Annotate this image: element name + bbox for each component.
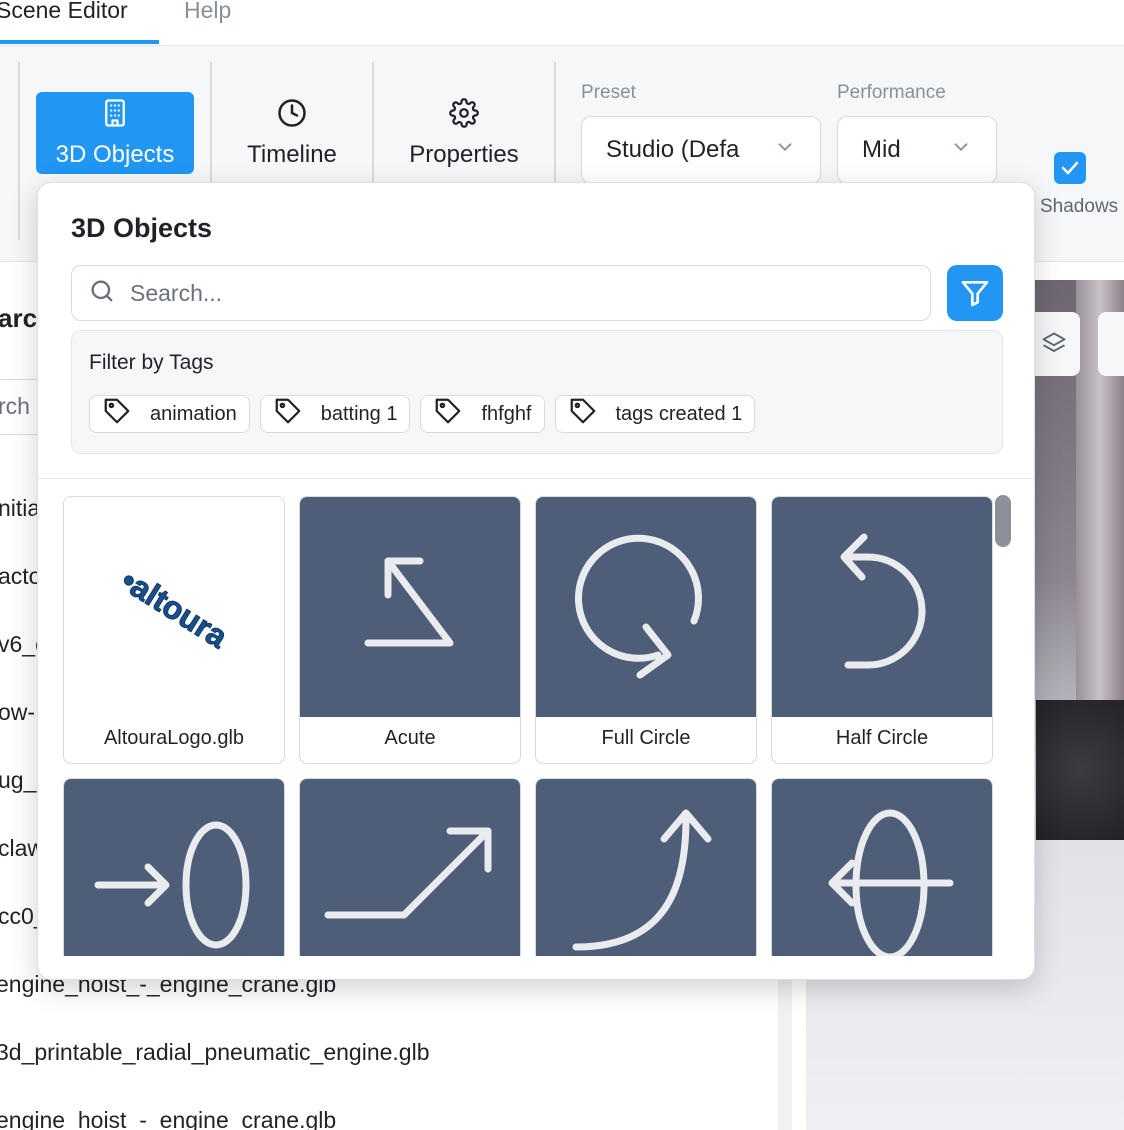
- list-item[interactable]: nitia: [0, 495, 40, 522]
- object-name: AltouraLogo.glb: [103, 727, 245, 749]
- object-card[interactable]: [771, 778, 993, 956]
- object-card[interactable]: Acute: [299, 496, 521, 764]
- half-circle-arrow-icon: [772, 497, 992, 717]
- object-card[interactable]: Half Circle: [771, 496, 993, 764]
- tag-icon: [102, 396, 132, 432]
- performance-label: Performance: [837, 82, 946, 103]
- search-box[interactable]: [71, 265, 931, 321]
- search-icon: [88, 277, 116, 310]
- timeline-button[interactable]: Timeline: [224, 92, 360, 174]
- list-item[interactable]: engine_hoist_-_engine_crane.glb: [0, 1107, 336, 1130]
- step-up-arrow-icon: [300, 779, 520, 956]
- list-item[interactable]: 3d_printable_radial_pneumatic_engine.glb: [0, 1039, 430, 1066]
- shadows-checkbox[interactable]: [1054, 152, 1086, 184]
- check-icon: [1061, 161, 1079, 175]
- clock-icon: [277, 98, 307, 135]
- toolbar-divider: [554, 62, 556, 202]
- menu-bar: Scene Editor Help: [0, 0, 1124, 46]
- tag-label: fhfghf: [481, 402, 532, 425]
- object-card[interactable]: Full Circle: [535, 496, 757, 764]
- performance-select[interactable]: Mid: [837, 116, 997, 184]
- 3d-objects-button[interactable]: 3D Objects: [36, 92, 194, 174]
- tag-chip[interactable]: fhfghf: [420, 395, 545, 433]
- menu-tab-help[interactable]: Help: [184, 0, 231, 42]
- shadows-label: Shadows: [1040, 196, 1119, 217]
- preset-value: Studio (Defa: [606, 136, 740, 163]
- tag-label: animation: [150, 402, 237, 425]
- gear-icon: [449, 97, 479, 135]
- performance-value: Mid: [862, 136, 901, 163]
- object-card[interactable]: •altoura AltouraLogo.glb: [63, 496, 285, 764]
- list-item[interactable]: acto: [0, 563, 41, 590]
- object-name: Full Circle: [601, 727, 691, 749]
- viewport-tool-button[interactable]: [1098, 312, 1124, 376]
- object-name: Acute: [384, 727, 436, 749]
- tag-icon: [433, 396, 463, 432]
- curve-up-arrow-icon: [536, 779, 756, 956]
- panel-search-placeholder: rch: [0, 393, 30, 419]
- object-name: Half Circle: [835, 727, 929, 749]
- svg-text:•altoura: •altoura: [115, 562, 234, 655]
- filter-button[interactable]: [947, 265, 1003, 321]
- tag-label: tags created 1: [615, 402, 743, 425]
- arrow-into-ring-icon: [64, 779, 284, 956]
- preset-select[interactable]: Studio (Defa: [581, 116, 821, 184]
- chevron-down-icon: [950, 136, 972, 165]
- tag-icon: [273, 396, 303, 432]
- preset-label: Preset: [581, 82, 636, 103]
- timeline-label: Timeline: [247, 140, 337, 168]
- altoura-logo-icon: •altoura: [64, 497, 284, 717]
- active-tab-indicator: [0, 40, 159, 44]
- tags-title: Filter by Tags: [89, 351, 214, 374]
- list-item[interactable]: ug_: [0, 767, 36, 794]
- toolbar-divider: [210, 62, 212, 202]
- object-card[interactable]: [63, 778, 285, 956]
- object-card[interactable]: [299, 778, 521, 956]
- list-item[interactable]: ow-: [0, 699, 35, 726]
- chevron-down-icon: [774, 136, 796, 165]
- scrollbar-thumb[interactable]: [995, 495, 1011, 547]
- tag-label: batting 1: [320, 402, 398, 425]
- popup-divider: [38, 478, 1034, 479]
- search-input[interactable]: [130, 279, 890, 307]
- 3d-objects-popup: 3D Objects Filter by Tags animation batt…: [37, 182, 1035, 980]
- menu-tab-scene-editor[interactable]: Scene Editor: [0, 0, 128, 42]
- toolbar-divider: [372, 62, 374, 202]
- tags-filter-panel: Filter by Tags animation batting 1 fhfgh…: [71, 330, 1003, 454]
- layers-icon: [1042, 332, 1066, 352]
- arrow-through-ring-icon: [772, 779, 992, 956]
- properties-label: Properties: [409, 140, 519, 168]
- object-grid: •altoura AltouraLogo.glb Acute Full Circ…: [63, 496, 995, 956]
- funnel-icon: [961, 281, 989, 307]
- popup-title: 3D Objects: [71, 213, 213, 243]
- layers-button[interactable]: [1028, 312, 1080, 376]
- object-card[interactable]: [535, 778, 757, 956]
- 3d-objects-label: 3D Objects: [55, 140, 175, 168]
- grid-scrollbar[interactable]: [995, 495, 1011, 957]
- building-icon: [100, 98, 130, 135]
- tag-icon: [568, 396, 598, 432]
- tag-list: animation batting 1 fhfghf tags created …: [89, 395, 756, 433]
- acute-arrow-icon: [300, 497, 520, 717]
- tag-chip[interactable]: tags created 1: [554, 395, 756, 433]
- full-circle-arrow-icon: [536, 497, 756, 717]
- properties-button[interactable]: Properties: [384, 92, 544, 174]
- tag-chip[interactable]: batting 1: [259, 395, 411, 433]
- toolbar-divider: [18, 62, 20, 240]
- tag-chip[interactable]: animation: [89, 395, 250, 433]
